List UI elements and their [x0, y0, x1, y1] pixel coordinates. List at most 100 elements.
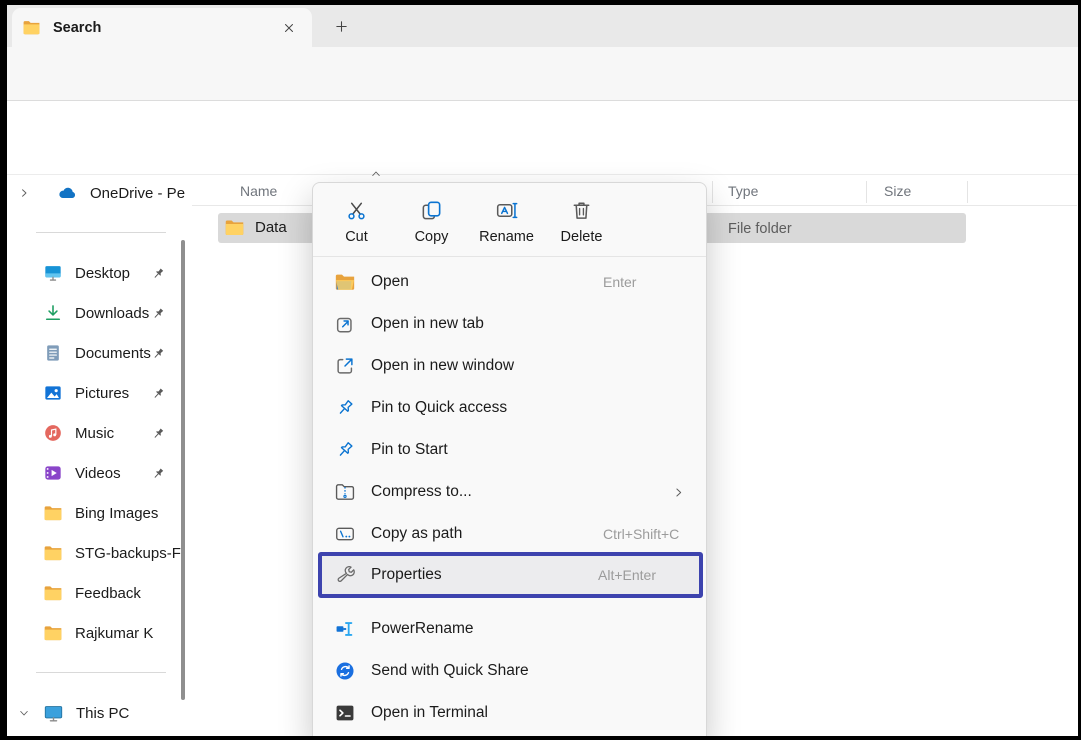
- music-icon: [43, 423, 63, 443]
- sidebar-item-label: OneDrive - Pers: [90, 185, 186, 202]
- cut-icon: [345, 199, 368, 222]
- sidebar-item-label: Bing Images: [75, 505, 186, 522]
- menu-item-send-with-quick-share[interactable]: Send with Quick Share: [318, 650, 703, 692]
- menu-item-shortcut: Alt+Enter: [598, 567, 656, 583]
- context-menu: Cut Copy Rename Delete Open Enter Open i…: [312, 182, 707, 740]
- open-folder-icon: [334, 271, 356, 293]
- sidebar-item-label: Desktop: [75, 265, 151, 282]
- pictures-icon: [43, 383, 63, 403]
- tab-close-button[interactable]: [276, 15, 302, 41]
- menu-item-label: Pin to Quick access: [371, 399, 507, 417]
- pin-icon: [334, 397, 356, 419]
- column-header-size[interactable]: Size: [884, 183, 911, 199]
- column-divider[interactable]: [712, 181, 713, 203]
- context-rename-button[interactable]: Rename: [469, 191, 544, 253]
- sidebar-divider: [36, 232, 166, 233]
- sidebar-item-downloads[interactable]: Downloads: [4, 293, 186, 333]
- column-divider[interactable]: [967, 181, 968, 203]
- menu-item-open-in-new-tab[interactable]: Open in new tab: [318, 303, 703, 345]
- new-tab-button[interactable]: [328, 13, 354, 39]
- sidebar-item-onedrive[interactable]: OneDrive - Pers: [4, 175, 186, 213]
- sidebar-item-desktop[interactable]: Desktop: [4, 253, 186, 293]
- folder-icon: [43, 623, 63, 643]
- context-delete-button[interactable]: Delete: [544, 191, 619, 253]
- videos-icon: [43, 463, 63, 483]
- pin-icon: [151, 386, 166, 401]
- sidebar-item-bing-images[interactable]: Bing Images: [4, 493, 186, 533]
- documents-icon: [43, 343, 63, 363]
- sidebar-item-label: Downloads: [75, 305, 151, 322]
- menu-item-label: Compress to...: [371, 483, 472, 501]
- downloads-icon: [43, 303, 63, 323]
- menu-item-copy-as-path[interactable]: Copy as path Ctrl+Shift+C: [318, 513, 703, 555]
- menu-item-compress-to[interactable]: Compress to...: [318, 471, 703, 513]
- sidebar-item-label: Documents: [75, 345, 151, 362]
- menu-item-label: Properties: [371, 566, 442, 584]
- sidebar-item-label: STG-backups-Fl: [75, 545, 186, 562]
- sidebar-item-label: Videos: [75, 465, 151, 482]
- delete-icon: [570, 199, 593, 222]
- quick-share-icon: [334, 660, 356, 682]
- file-row-data[interactable]: Data: [224, 217, 287, 238]
- onedrive-cloud-icon: [56, 182, 78, 204]
- menu-item-label: Open in new window: [371, 357, 514, 375]
- quick-action-label: Copy: [415, 229, 449, 245]
- quick-action-label: Cut: [345, 229, 368, 245]
- menu-item-pin-to-quick-access[interactable]: Pin to Quick access: [318, 387, 703, 429]
- sidebar-item-feedback[interactable]: Feedback: [4, 573, 186, 613]
- folder-icon: [43, 503, 63, 523]
- menu-item-shortcut: Enter: [603, 274, 636, 290]
- this-pc-icon: [43, 703, 64, 724]
- expand-chevron-icon[interactable]: [18, 187, 30, 199]
- folder-icon: [224, 217, 245, 238]
- context-copy-button[interactable]: Copy: [394, 191, 469, 253]
- collapse-chevron-icon[interactable]: [18, 707, 30, 719]
- column-divider[interactable]: [866, 181, 867, 203]
- navigation-bar: This PC Local Disk (C:) ProgramData Micr…: [0, 47, 1081, 101]
- sidebar-item-stg-backups[interactable]: STG-backups-Fl: [4, 533, 186, 573]
- column-header-type[interactable]: Type: [728, 183, 758, 199]
- title-bar: Search: [0, 0, 1081, 47]
- pin-icon: [334, 439, 356, 461]
- sidebar-item-music[interactable]: Music: [4, 413, 186, 453]
- sidebar-item-label: Rajkumar K: [75, 625, 186, 642]
- menu-item-pin-to-start[interactable]: Pin to Start: [318, 429, 703, 471]
- powerrename-icon: [334, 618, 356, 640]
- quick-action-label: Delete: [561, 229, 603, 245]
- menu-divider: [313, 256, 706, 257]
- pin-icon: [151, 426, 166, 441]
- copy-icon: [420, 199, 443, 222]
- explorer-tab[interactable]: Search: [12, 8, 312, 47]
- menu-item-label: Send with Quick Share: [371, 662, 529, 680]
- zip-folder-icon: [334, 481, 356, 503]
- menu-item-open-in-new-window[interactable]: Open in new window: [318, 345, 703, 387]
- sidebar-scrollbar[interactable]: [181, 240, 185, 700]
- sidebar-item-label: Pictures: [75, 385, 151, 402]
- sidebar-divider: [36, 672, 166, 673]
- sidebar-item-this-pc[interactable]: This PC: [4, 693, 186, 733]
- menu-item-open[interactable]: Open Enter: [318, 261, 703, 303]
- command-bar: New Sort View: [0, 101, 1081, 175]
- menu-item-label: Open in new tab: [371, 315, 484, 333]
- sidebar-item-rajkumar[interactable]: Rajkumar K: [4, 613, 186, 653]
- folder-icon: [43, 583, 63, 603]
- submenu-chevron-icon: [672, 486, 685, 499]
- tab-title: Search: [53, 20, 276, 36]
- menu-item-shortcut: Ctrl+Shift+C: [603, 526, 679, 542]
- menu-item-properties[interactable]: Properties Alt+Enter: [318, 552, 703, 598]
- sidebar-item-videos[interactable]: Videos: [4, 453, 186, 493]
- sidebar-item-label: This PC: [76, 705, 186, 722]
- navigation-pane: OneDrive - Pers Desktop Downloads Docume…: [0, 175, 186, 740]
- sidebar-item-documents[interactable]: Documents: [4, 333, 186, 373]
- wrench-icon: [334, 564, 356, 586]
- sidebar-item-pictures[interactable]: Pictures: [4, 373, 186, 413]
- sidebar-item-label: Music: [75, 425, 151, 442]
- file-type-cell: File folder: [728, 221, 792, 237]
- menu-item-powerrename[interactable]: PowerRename: [318, 608, 703, 650]
- menu-item-open-in-terminal[interactable]: Open in Terminal: [318, 692, 703, 734]
- context-cut-button[interactable]: Cut: [319, 191, 394, 253]
- quick-action-label: Rename: [479, 229, 534, 245]
- terminal-icon: [334, 702, 356, 724]
- column-header-name[interactable]: Name: [240, 183, 277, 199]
- copy-as-path-icon: [334, 523, 356, 545]
